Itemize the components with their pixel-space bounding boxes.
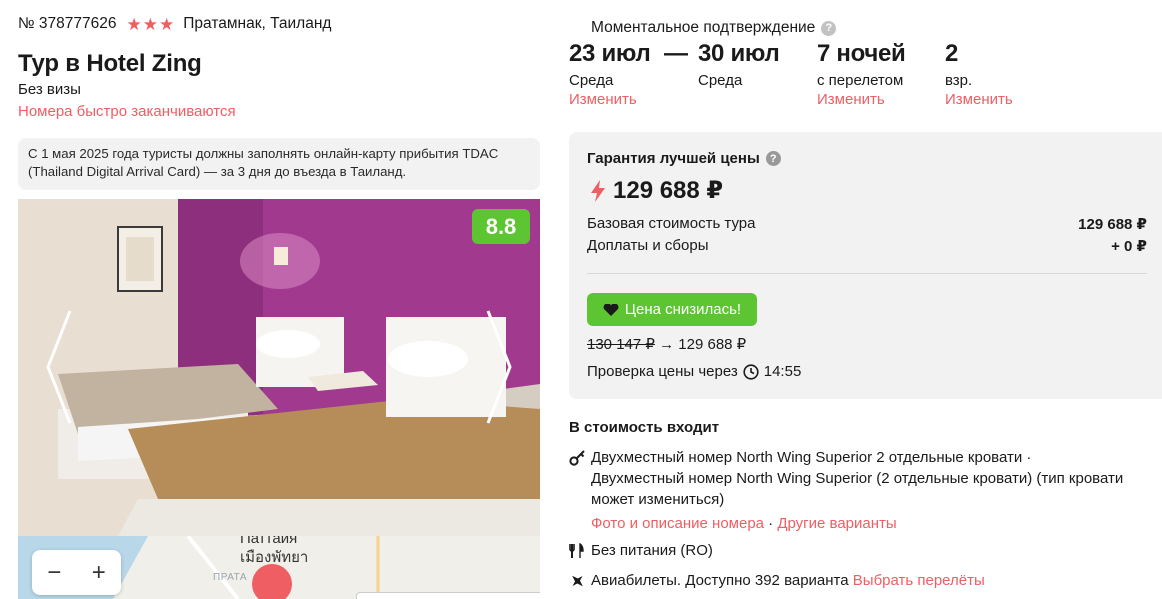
meal-row: Без питания (RO) <box>569 540 1131 561</box>
choose-flights-link[interactable]: Выбрать перелёты <box>853 572 985 589</box>
nights-block: 7 ночей с перелетом Изменить <box>817 40 906 108</box>
hotel-photo-gallery[interactable]: 8.8 <box>18 199 540 536</box>
fees-label: Доплаты и сборы <box>587 237 709 254</box>
fees-value: + 0 ₽ <box>1111 238 1147 255</box>
other-options-link[interactable]: Другие варианты <box>777 515 896 532</box>
price-drop-badge: Цена снизилась! <box>587 293 757 326</box>
page-title: Тур в Hotel Zing <box>18 50 202 77</box>
hotel-map[interactable]: Паттайя เมืองพัทยา ПРАТА − + <box>18 536 540 599</box>
date-range-dash: — <box>664 40 688 67</box>
room-info-row: Двухместный номер North Wing Superior 2 … <box>569 447 1131 534</box>
star-icon: ★ <box>126 14 142 34</box>
meal-plan: Без питания (RO) <box>591 542 713 559</box>
old-price: 130 147 ₽ <box>587 336 655 353</box>
date-from-block: 23 июл Среда Изменить <box>569 40 651 108</box>
date-from-weekday: Среда <box>569 72 614 89</box>
flights-info: Авиабилеты. Доступно 392 варианта <box>591 572 849 589</box>
fees-row: Доплаты и сборы + 0 ₽ <box>587 237 1147 255</box>
zoom-in-button[interactable]: + <box>92 559 106 587</box>
price-drop-label: Цена снизилась! <box>624 301 742 318</box>
divider <box>587 273 1147 274</box>
price-check-timer: Проверка цены через 14:55 <box>587 363 801 380</box>
heart-icon <box>603 303 619 316</box>
guests-count: 2 <box>945 40 959 67</box>
base-cost-row: Базовая стоимость тура 129 688 ₽ <box>587 215 1147 233</box>
date-to-block: 30 июл Среда <box>698 40 780 89</box>
date-to: 30 июл <box>698 40 780 67</box>
tour-meta: № 378777626 ★ ★ ★ Пратамнак, Таиланд <box>18 15 331 33</box>
best-price-guarantee-label: Гарантия лучшей цены <box>587 150 760 167</box>
map-info-card <box>356 592 540 599</box>
star-icon: ★ <box>142 14 159 34</box>
price-panel: Гарантия лучшей цены ? 129 688 ₽ Базовая… <box>569 132 1162 399</box>
nights-note: с перелетом <box>817 72 904 89</box>
base-cost-value: 129 688 ₽ <box>1078 216 1147 233</box>
room-name-secondary: Двухместный номер North Wing Superior (2… <box>591 470 1124 508</box>
zoom-out-button[interactable]: − <box>47 559 61 587</box>
best-price-guarantee: Гарантия лучшей цены ? <box>587 150 781 167</box>
map-zoom-control: − + <box>32 550 121 595</box>
star-rating: ★ ★ ★ <box>127 16 175 33</box>
key-icon <box>569 450 585 466</box>
date-from: 23 июл <box>569 40 651 67</box>
room-name-primary: Двухместный номер North Wing Superior 2 … <box>591 449 1032 466</box>
chevron-right-icon[interactable] <box>484 307 514 427</box>
includes-title: В стоимость входит <box>569 419 720 436</box>
change-guests-link[interactable]: Изменить <box>945 91 1013 108</box>
link-separator: · <box>764 515 778 532</box>
instant-confirmation: Моментальное подтверждение ? <box>591 19 837 37</box>
arrow-right-icon: → <box>659 336 675 353</box>
tdac-notice: С 1 мая 2025 года туристы должны заполня… <box>18 138 540 190</box>
change-nights-link[interactable]: Изменить <box>817 91 906 108</box>
chevron-left-icon[interactable] <box>44 307 74 427</box>
visa-info: Без визы <box>18 81 81 98</box>
base-cost-label: Базовая стоимость тура <box>587 215 756 232</box>
price-check-label: Проверка цены через <box>587 363 738 380</box>
star-icon: ★ <box>159 14 175 34</box>
flights-row: Авиабилеты. Доступно 392 варианта Выбрат… <box>569 570 1131 591</box>
clock-icon <box>743 363 759 380</box>
help-icon[interactable]: ? <box>765 151 781 166</box>
room-photo-link[interactable]: Фото и описание номера <box>591 515 764 532</box>
tour-location: Пратамнак, Таиланд <box>183 15 332 32</box>
guests-note: взр. <box>945 72 973 89</box>
tour-number: № 378777626 <box>18 15 117 32</box>
nights-count: 7 ночей <box>817 40 906 67</box>
urgency-notice: Номера быстро заканчиваются <box>18 103 236 120</box>
help-icon[interactable]: ? <box>821 20 837 36</box>
map-district-label: ПРАТА <box>213 572 248 583</box>
instant-confirmation-label: Моментальное подтверждение <box>591 19 816 36</box>
price-change: 130 147 ₽ → 129 688 ₽ <box>587 335 746 353</box>
rating-badge: 8.8 <box>472 209 530 244</box>
hotel-room-photo <box>18 199 540 536</box>
fork-knife-icon <box>569 543 584 558</box>
price-check-time: 14:55 <box>763 363 802 380</box>
total-price: 129 688 ₽ <box>591 176 723 205</box>
date-to-weekday: Среда <box>698 72 743 89</box>
hotel-map-pin-icon[interactable] <box>252 564 292 599</box>
lightning-icon <box>591 179 605 202</box>
airplane-icon <box>572 575 583 587</box>
total-price-value: 129 688 ₽ <box>613 177 724 204</box>
new-price: 129 688 ₽ <box>678 336 747 353</box>
change-dates-link[interactable]: Изменить <box>569 91 650 108</box>
guests-block: 2 взр. Изменить <box>945 40 1013 108</box>
